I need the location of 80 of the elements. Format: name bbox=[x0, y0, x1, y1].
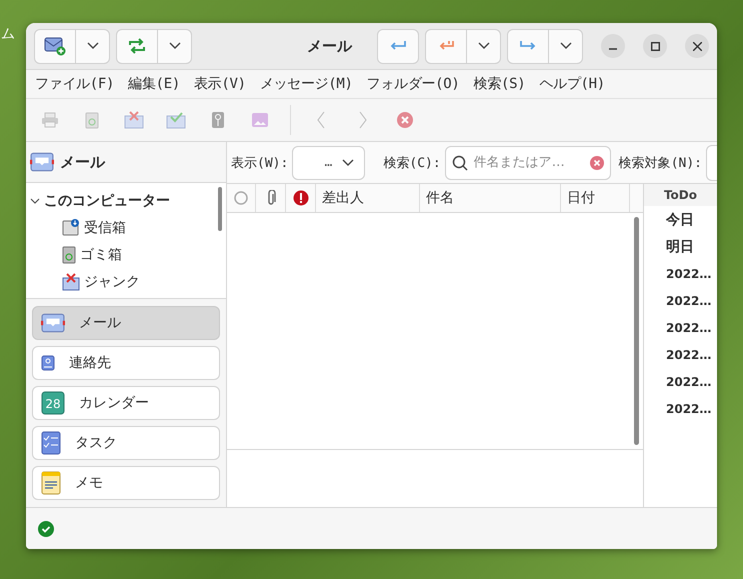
menu-item[interactable]: フォルダー(O) bbox=[360, 75, 467, 93]
switcher-button[interactable]: メール bbox=[32, 306, 220, 340]
column-header[interactable]: 件名 bbox=[426, 189, 454, 207]
contact-card-icon bbox=[41, 355, 55, 371]
column-header[interactable]: 日付 bbox=[567, 189, 595, 207]
caret-icon bbox=[168, 42, 180, 50]
switcher-button[interactable]: 連絡先 bbox=[32, 346, 220, 380]
minimize-button[interactable] bbox=[601, 34, 625, 58]
desktop-icon-label: ム bbox=[1, 25, 15, 43]
expander-icon[interactable] bbox=[30, 196, 40, 206]
envelope-icon bbox=[41, 313, 65, 333]
search-label: 検索(C): bbox=[383, 154, 441, 172]
folder-item[interactable]: 受信箱 bbox=[84, 218, 126, 237]
important-icon bbox=[292, 190, 308, 206]
switcher-button[interactable]: 28 カレンダー bbox=[32, 386, 220, 420]
caret-icon bbox=[86, 42, 98, 50]
sidebar-title: メール bbox=[60, 152, 105, 172]
folder-item[interactable]: ジャンク bbox=[84, 272, 140, 291]
todo-item[interactable]: 2022… bbox=[644, 341, 717, 368]
chevron-left-icon bbox=[316, 111, 326, 129]
printer-icon bbox=[41, 112, 59, 128]
maximize-icon bbox=[650, 42, 660, 50]
todo-item[interactable]: 2022… bbox=[644, 395, 717, 422]
todo-item[interactable]: 2022… bbox=[644, 260, 717, 287]
close-icon bbox=[692, 42, 702, 50]
switcher-button[interactable]: タスク bbox=[32, 426, 220, 460]
search-input[interactable]: 件名またはア… bbox=[472, 154, 586, 171]
paperclip-icon bbox=[266, 190, 276, 206]
reply-arrow-icon bbox=[389, 40, 407, 52]
caret-icon bbox=[560, 42, 572, 50]
todo-item[interactable]: 2022… bbox=[644, 368, 717, 395]
reply-all-arrow-icon bbox=[437, 40, 455, 52]
caret-icon bbox=[478, 42, 490, 50]
todo-item[interactable]: 2022… bbox=[644, 314, 717, 341]
account-label[interactable]: このコンピューター bbox=[44, 192, 170, 210]
unread-status-icon bbox=[234, 191, 248, 205]
junk-mail-icon bbox=[124, 111, 144, 129]
junk-mail-icon bbox=[62, 272, 80, 291]
maximize-button[interactable] bbox=[643, 34, 667, 58]
todo-item[interactable]: 今日 bbox=[644, 206, 717, 233]
menu-item[interactable]: 表示(V) bbox=[186, 75, 253, 93]
trash-icon bbox=[62, 246, 76, 264]
inbox-icon bbox=[62, 218, 80, 237]
caret-icon bbox=[342, 158, 354, 166]
tag-icon bbox=[211, 111, 225, 129]
folder-item[interactable]: ゴミ箱 bbox=[80, 246, 122, 264]
image-icon bbox=[251, 112, 269, 128]
task-list-icon bbox=[41, 431, 61, 455]
close-button[interactable] bbox=[685, 34, 709, 58]
todo-item[interactable]: 明日 bbox=[644, 233, 717, 260]
menu-item[interactable]: 検索(S) bbox=[466, 75, 532, 93]
check-circle-icon bbox=[38, 520, 54, 536]
new-mail-icon bbox=[44, 36, 66, 56]
search-icon bbox=[452, 154, 468, 170]
todo-item[interactable]: 2022… bbox=[644, 287, 717, 314]
sync-icon bbox=[127, 37, 147, 55]
show-label: 表示(W): bbox=[231, 154, 288, 172]
trash-icon bbox=[85, 112, 99, 128]
scrollbar[interactable] bbox=[634, 217, 639, 445]
column-header[interactable]: 差出人 bbox=[322, 189, 364, 207]
scope-label: 検索対象(N): bbox=[618, 154, 702, 172]
scrollbar[interactable] bbox=[218, 187, 222, 232]
menu-item[interactable]: メッセージ(M) bbox=[252, 75, 360, 93]
search-bar[interactable]: 件名またはア… bbox=[444, 146, 611, 180]
menu-item[interactable]: ファイル(F) bbox=[28, 75, 122, 93]
checked-mail-icon bbox=[166, 111, 186, 129]
note-icon bbox=[41, 471, 61, 495]
chevron-right-icon bbox=[358, 111, 368, 129]
envelope-icon bbox=[30, 152, 54, 172]
stop-icon bbox=[396, 111, 414, 129]
todo-header: ToDo bbox=[644, 184, 717, 206]
window-title: メール bbox=[306, 36, 354, 56]
menu-item[interactable]: ヘルプ(H) bbox=[532, 75, 612, 93]
show-dropdown[interactable]: … bbox=[292, 146, 366, 180]
forward-arrow-icon bbox=[519, 40, 537, 52]
clear-icon[interactable] bbox=[590, 156, 604, 170]
calendar-icon: 28 bbox=[41, 391, 65, 415]
switcher-button[interactable]: メモ bbox=[32, 466, 220, 500]
scope-dropdown[interactable] bbox=[706, 144, 717, 180]
menu-item[interactable]: 編集(E) bbox=[121, 75, 187, 93]
